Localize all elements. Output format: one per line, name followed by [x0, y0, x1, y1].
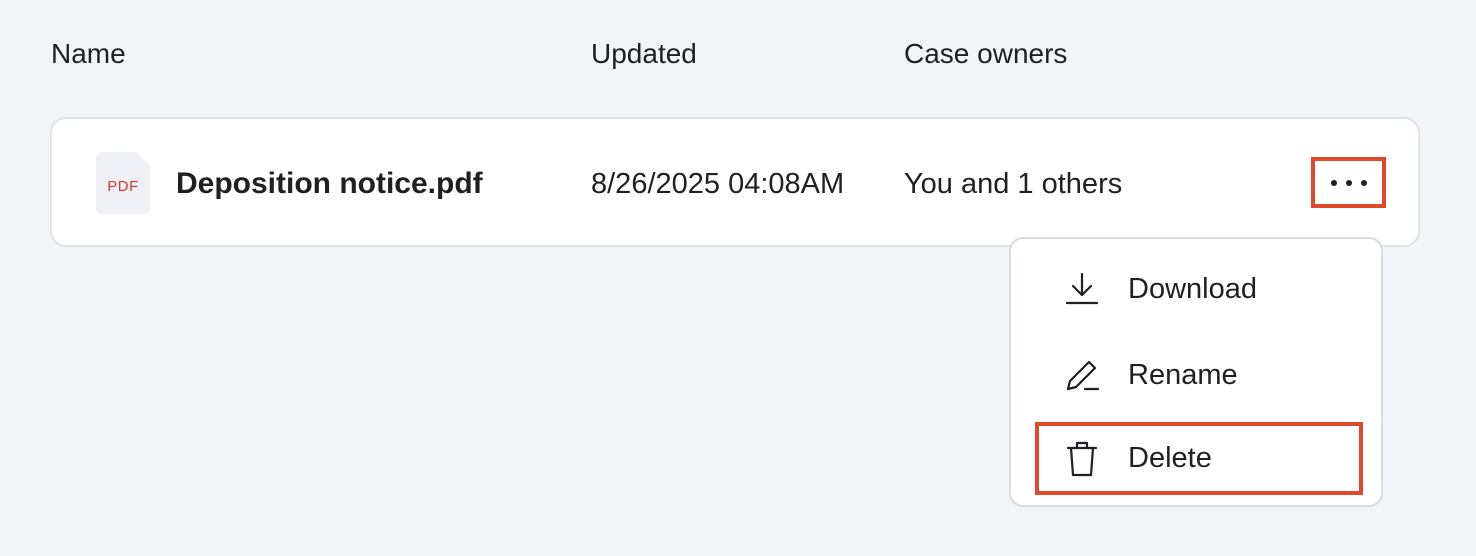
file-case-owners: You and 1 others: [904, 168, 1123, 200]
more-horizontal-icon: [1345, 179, 1352, 186]
pencil-icon: [1063, 356, 1101, 394]
menu-item-download[interactable]: Download: [1035, 253, 1363, 325]
more-options-button[interactable]: [1311, 157, 1386, 208]
menu-item-label: Download: [1128, 272, 1257, 305]
menu-item-label: Rename: [1128, 358, 1238, 391]
more-horizontal-icon: [1360, 179, 1367, 186]
file-row[interactable]: PDF Deposition notice.pdf 8/26/2025 04:0…: [50, 117, 1420, 247]
column-header-case-owners[interactable]: Case owners: [904, 36, 1067, 72]
download-icon: [1063, 270, 1101, 308]
menu-item-delete[interactable]: Delete: [1035, 422, 1363, 495]
table-header: Name Updated Case owners: [0, 36, 1476, 72]
column-header-updated[interactable]: Updated: [591, 36, 697, 72]
trash-icon: [1063, 440, 1101, 478]
file-updated: 8/26/2025 04:08AM: [591, 168, 845, 200]
menu-item-label: Delete: [1128, 442, 1212, 474]
file-name[interactable]: Deposition notice.pdf: [176, 165, 483, 203]
menu-item-rename[interactable]: Rename: [1035, 339, 1363, 411]
column-header-name[interactable]: Name: [51, 36, 126, 72]
pdf-file-icon: PDF: [96, 152, 150, 214]
more-horizontal-icon: [1330, 179, 1337, 186]
pdf-badge-text: PDF: [107, 177, 139, 195]
file-actions-menu: Download Rename Delete: [1009, 237, 1383, 507]
